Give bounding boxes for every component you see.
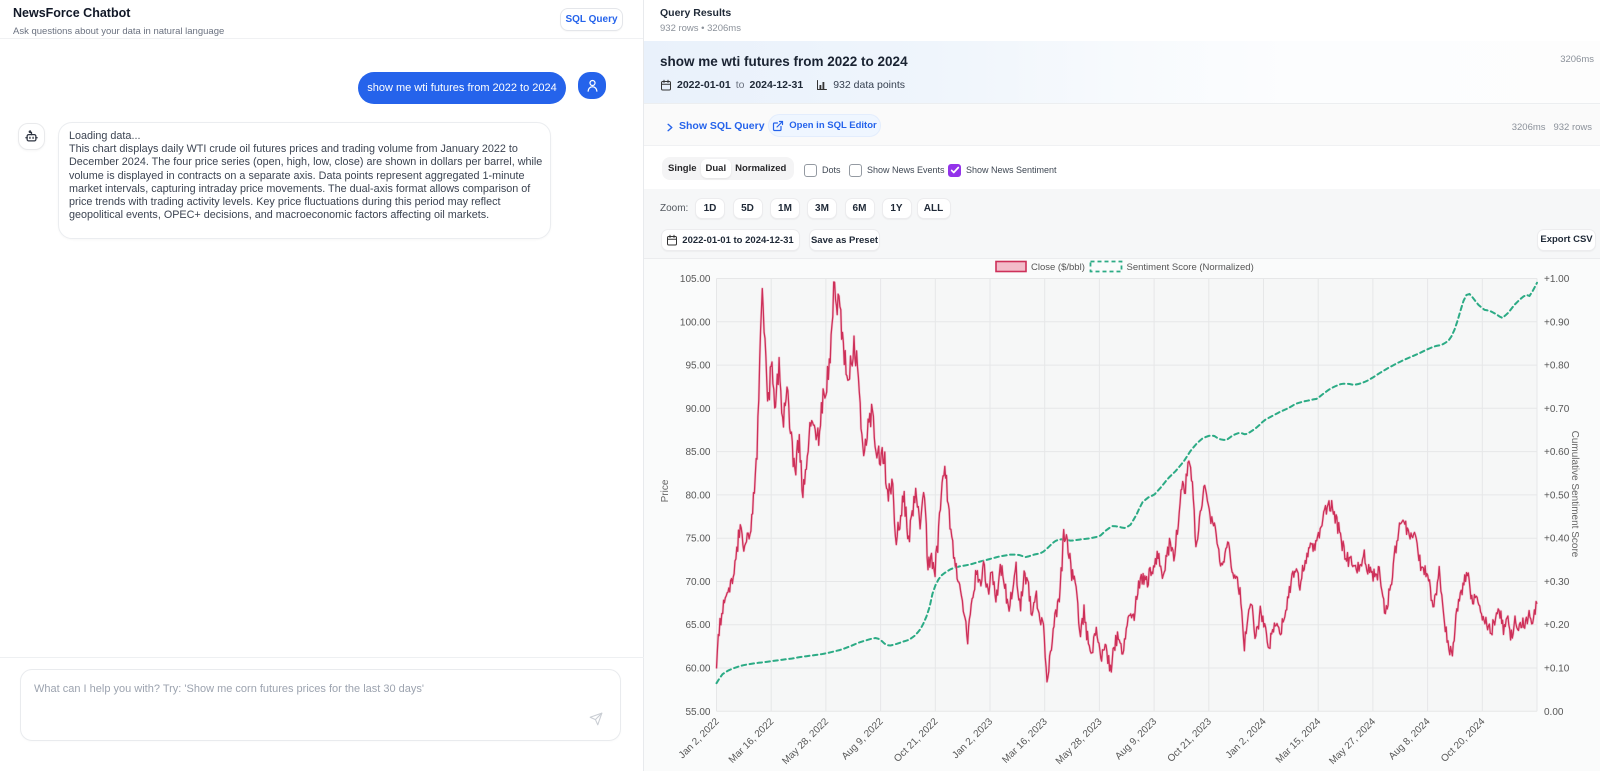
svg-text:+0.40: +0.40 bbox=[1544, 534, 1570, 545]
svg-text:+0.50: +0.50 bbox=[1544, 490, 1570, 501]
svg-text:100.00: 100.00 bbox=[680, 317, 711, 328]
svg-text:105.00: 105.00 bbox=[680, 274, 711, 285]
svg-text:70.00: 70.00 bbox=[685, 577, 710, 588]
svg-text:90.00: 90.00 bbox=[685, 404, 710, 415]
svg-text:Close ($/bbl): Close ($/bbl) bbox=[1031, 262, 1085, 273]
svg-text:+0.80: +0.80 bbox=[1544, 361, 1570, 372]
svg-text:95.00: 95.00 bbox=[685, 361, 710, 372]
svg-text:+0.70: +0.70 bbox=[1544, 404, 1570, 415]
svg-text:+1.00: +1.00 bbox=[1544, 274, 1570, 285]
svg-text:+0.90: +0.90 bbox=[1544, 317, 1570, 328]
svg-text:+0.10: +0.10 bbox=[1544, 664, 1570, 675]
svg-text:Cumulative Sentiment Score: Cumulative Sentiment Score bbox=[1569, 431, 1580, 558]
svg-text:75.00: 75.00 bbox=[685, 534, 710, 545]
svg-text:65.00: 65.00 bbox=[685, 620, 710, 631]
svg-text:0.00: 0.00 bbox=[1544, 707, 1564, 718]
svg-text:+0.60: +0.60 bbox=[1544, 447, 1570, 458]
svg-text:85.00: 85.00 bbox=[685, 447, 710, 458]
svg-text:80.00: 80.00 bbox=[685, 490, 710, 501]
svg-text:60.00: 60.00 bbox=[685, 664, 710, 675]
svg-text:Sentiment Score (Normalized): Sentiment Score (Normalized) bbox=[1127, 262, 1254, 273]
svg-text:+0.20: +0.20 bbox=[1544, 620, 1570, 631]
svg-text:+0.30: +0.30 bbox=[1544, 577, 1570, 588]
svg-text:Price: Price bbox=[660, 479, 671, 502]
svg-text:55.00: 55.00 bbox=[685, 707, 710, 718]
